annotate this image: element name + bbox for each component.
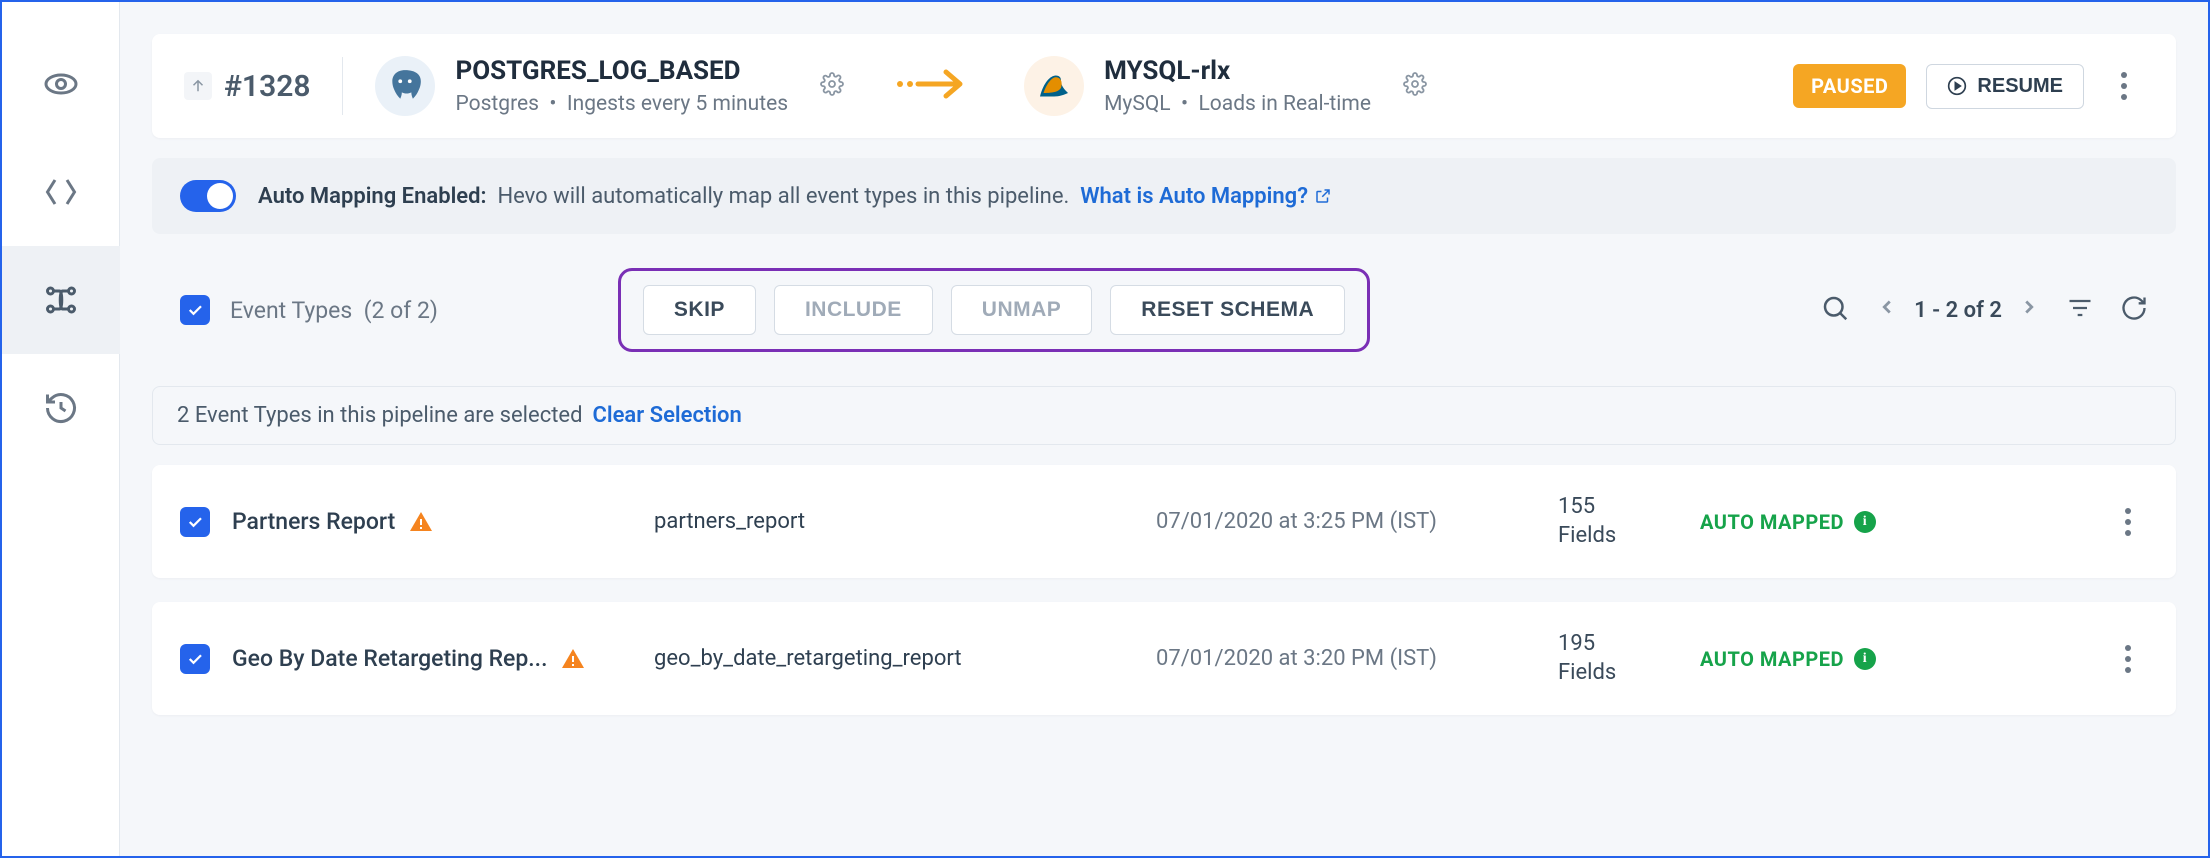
event-toolbar: Event Types (2 of 2) SKIP INCLUDE UNMAP … (152, 254, 2176, 366)
row-name: Geo By Date Retargeting Rep... (232, 645, 547, 672)
event-row: Geo By Date Retargeting Rep... geo_by_da… (152, 602, 2176, 715)
pagination: 1 - 2 of 2 (1876, 296, 2040, 324)
status-badge: PAUSED (1793, 64, 1906, 108)
source-subtitle: Postgres • Ingests every 5 minutes (455, 92, 788, 116)
sidebar-schema[interactable] (2, 246, 120, 354)
event-types-label: Event Types (2 of 2) (230, 297, 438, 324)
row-menu-icon[interactable] (2108, 508, 2148, 536)
row-slug: geo_by_date_retargeting_report (654, 646, 1134, 671)
pipeline-id: #1328 (184, 69, 310, 104)
unmap-button[interactable]: UNMAP (951, 285, 1093, 335)
pipeline-header: #1328 POSTGRES_LOG_BASED Postgres • Inge… (152, 34, 2176, 138)
sidebar-overview[interactable] (2, 30, 120, 138)
dest-subtitle: MySQL • Loads in Real-time (1104, 92, 1371, 116)
selection-bar: 2 Event Types in this pipeline are selec… (152, 386, 2176, 445)
left-sidebar (2, 2, 120, 856)
dest-block: MYSQL-rlx MySQL • Loads in Real-time (1024, 56, 1427, 116)
dest-settings-icon[interactable] (1403, 72, 1427, 100)
warning-icon (561, 647, 585, 671)
arrow-icon (896, 64, 972, 108)
search-icon[interactable] (1820, 293, 1850, 327)
automap-banner: Auto Mapping Enabled: Hevo will automati… (152, 158, 2176, 234)
resume-button[interactable]: RESUME (1926, 64, 2084, 109)
row-date: 07/01/2020 at 3:20 PM (IST) (1156, 646, 1536, 671)
source-name: POSTGRES_LOG_BASED (455, 56, 788, 86)
automap-title: Auto Mapping Enabled: (258, 184, 487, 209)
pager-text: 1 - 2 of 2 (1914, 298, 2002, 323)
info-icon[interactable]: i (1854, 648, 1876, 670)
upload-icon[interactable] (184, 72, 212, 100)
refresh-icon[interactable] (2120, 294, 2148, 326)
row-checkbox[interactable] (180, 507, 210, 537)
info-icon[interactable]: i (1854, 511, 1876, 533)
clear-selection-link[interactable]: Clear Selection (593, 403, 742, 428)
bulk-actions: SKIP INCLUDE UNMAP RESET SCHEMA (618, 268, 1370, 352)
sidebar-transform[interactable] (2, 138, 120, 246)
pipeline-id-text: #1328 (224, 69, 310, 104)
automap-toggle[interactable] (180, 180, 236, 212)
pager-next-icon[interactable] (2018, 296, 2040, 324)
row-status: AUTO MAPPED i (1700, 647, 1920, 671)
filter-icon[interactable] (2066, 294, 2094, 326)
source-block: POSTGRES_LOG_BASED Postgres • Ingests ev… (375, 56, 844, 116)
automap-desc: Hevo will automatically map all event ty… (497, 184, 1069, 209)
header-menu-icon[interactable] (2104, 72, 2144, 100)
row-date: 07/01/2020 at 3:25 PM (IST) (1156, 509, 1536, 534)
postgres-icon (375, 56, 435, 116)
row-status: AUTO MAPPED i (1700, 510, 1920, 534)
source-settings-icon[interactable] (820, 72, 844, 100)
row-checkbox[interactable] (180, 644, 210, 674)
dest-name: MYSQL-rlx (1104, 56, 1371, 86)
warning-icon (409, 510, 433, 534)
sidebar-history[interactable] (2, 354, 120, 462)
row-menu-icon[interactable] (2108, 645, 2148, 673)
mysql-icon (1024, 56, 1084, 116)
include-button[interactable]: INCLUDE (774, 285, 933, 335)
reset-schema-button[interactable]: RESET SCHEMA (1110, 285, 1345, 335)
pager-prev-icon[interactable] (1876, 296, 1898, 324)
row-slug: partners_report (654, 509, 1134, 534)
row-name: Partners Report (232, 508, 395, 535)
skip-button[interactable]: SKIP (643, 285, 756, 335)
row-fields: 155Fields (1558, 493, 1678, 550)
selection-text: 2 Event Types in this pipeline are selec… (177, 403, 583, 428)
row-fields: 195Fields (1558, 630, 1678, 687)
select-all-checkbox[interactable] (180, 295, 210, 325)
automap-link[interactable]: What is Auto Mapping? (1080, 184, 1331, 209)
event-row: Partners Report partners_report 07/01/20… (152, 465, 2176, 578)
